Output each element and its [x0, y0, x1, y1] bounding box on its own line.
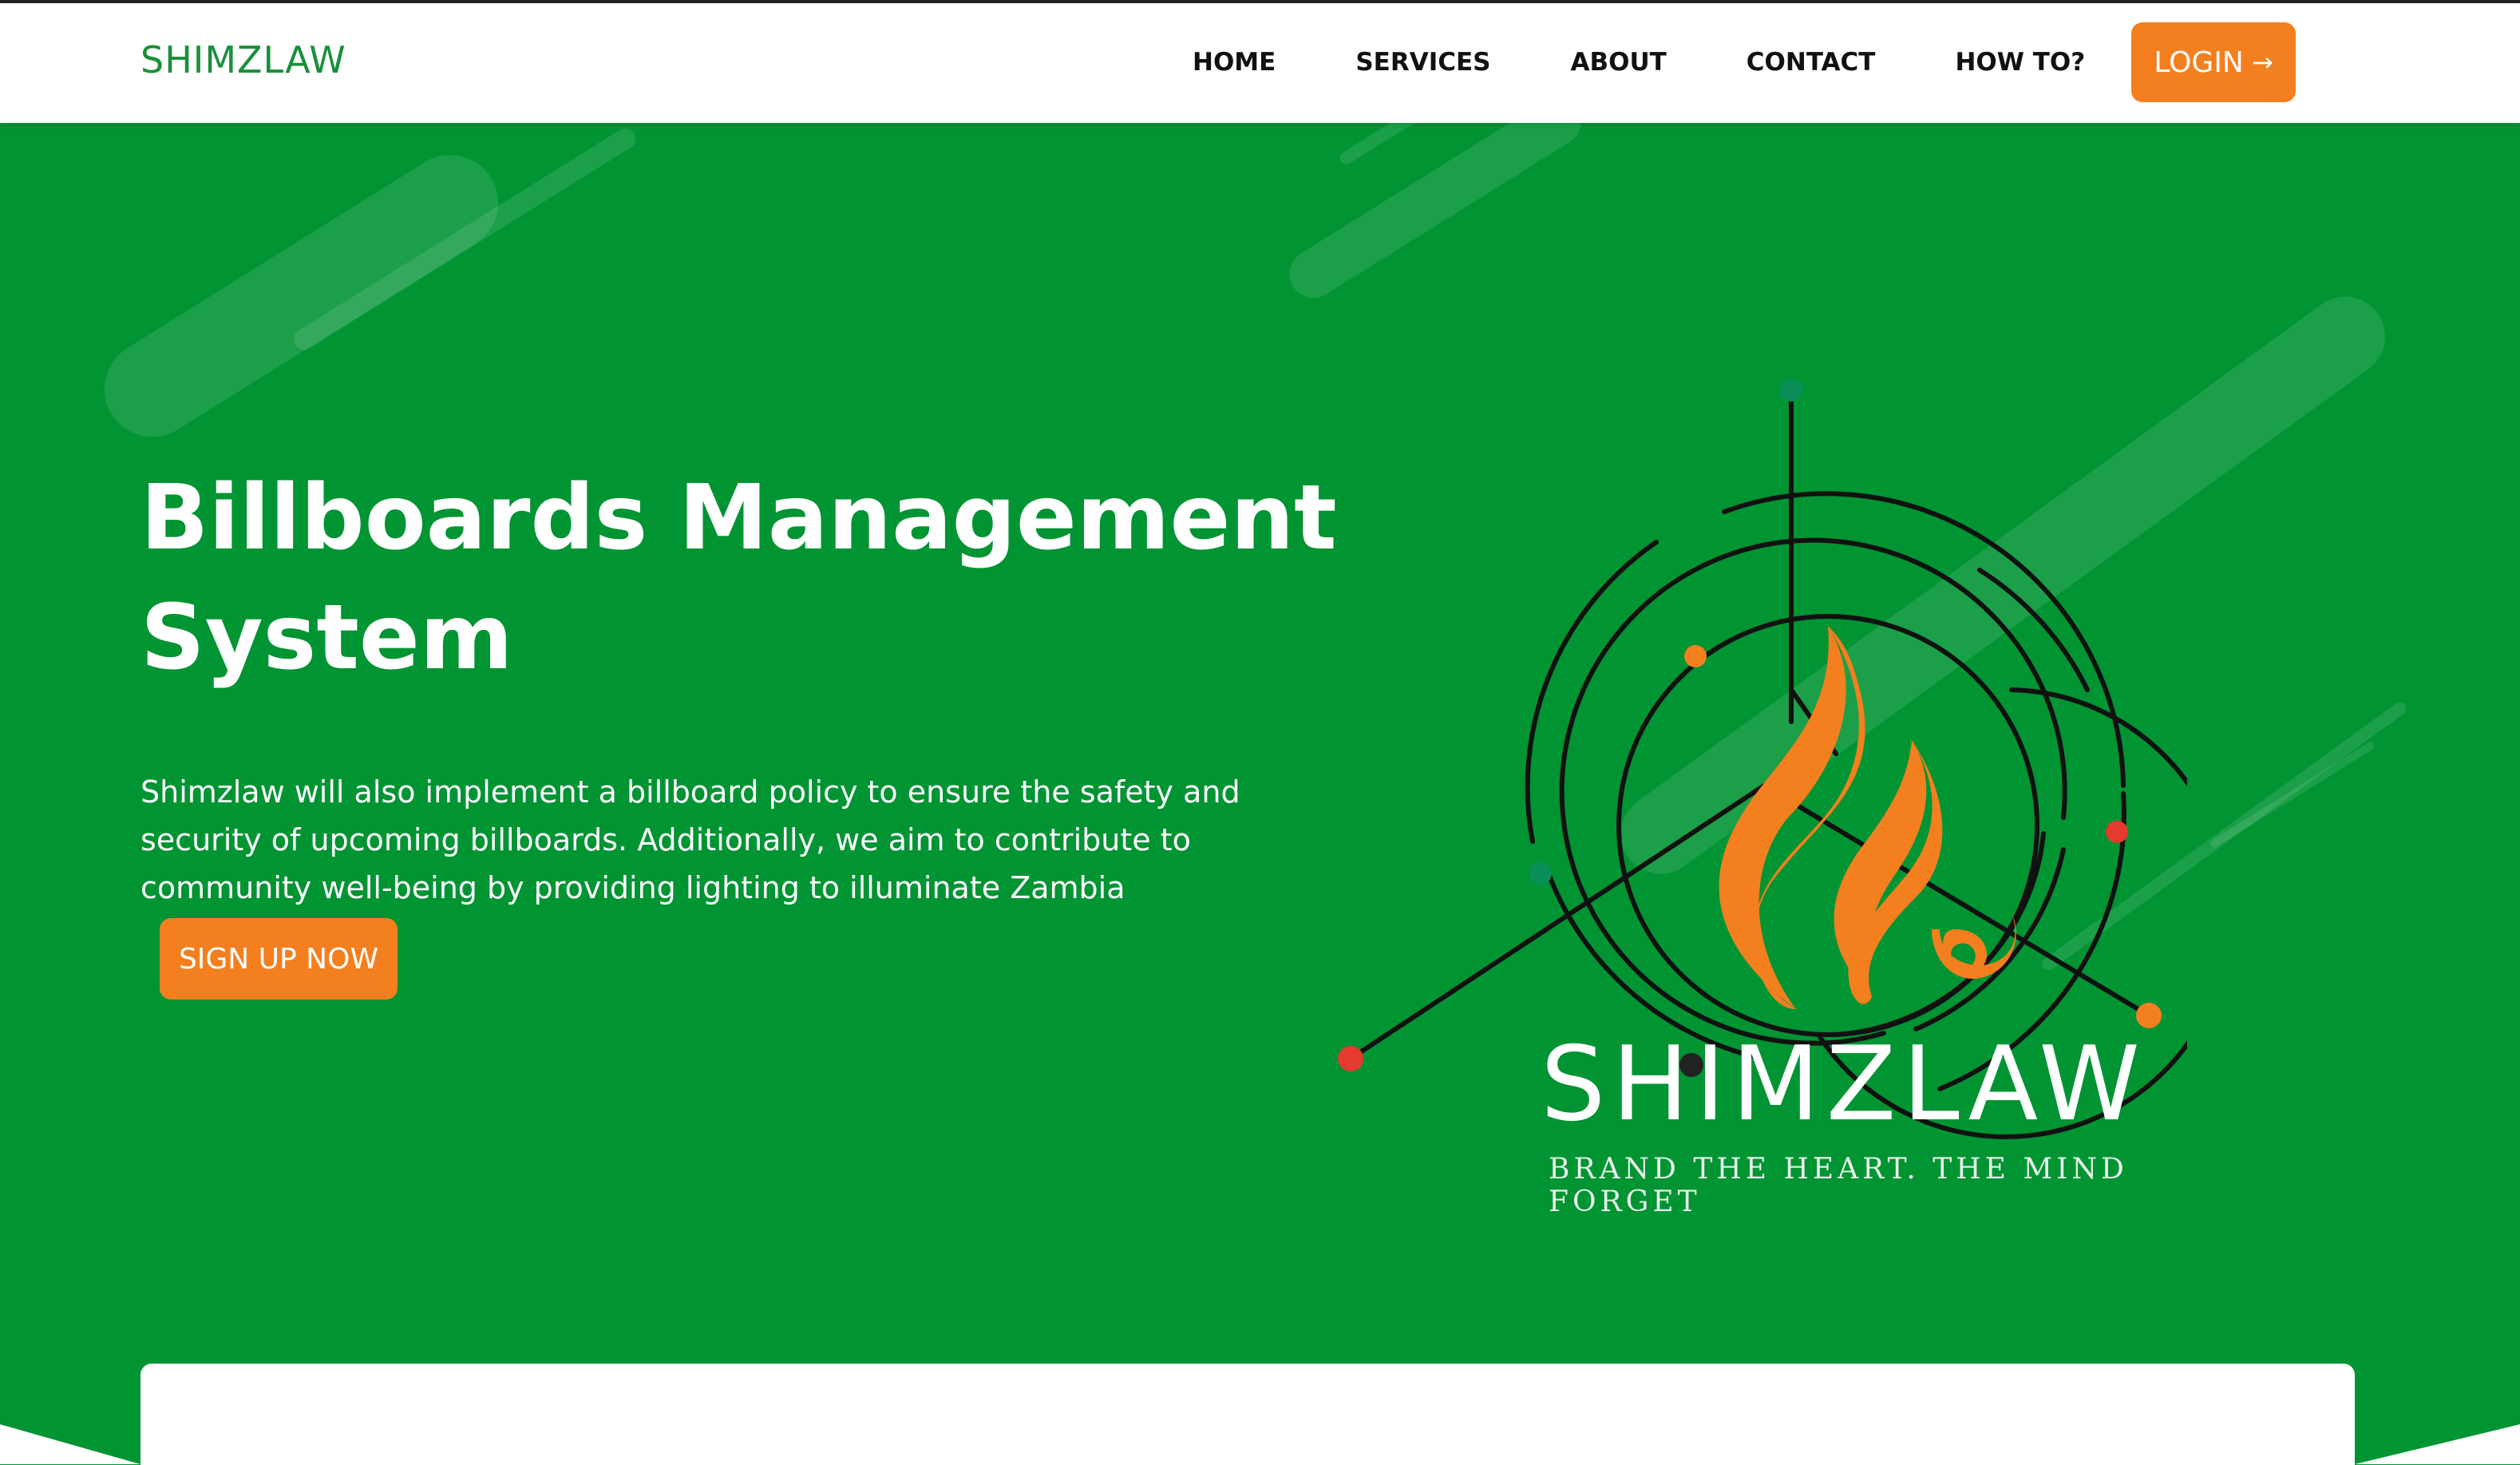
hero-section: Billboards Management System Shimzlaw wi…	[0, 123, 2520, 1465]
navbar: SHIMZLAW HOME SERVICES ABOUT CONTACT HOW…	[0, 3, 2520, 123]
nav-about[interactable]: ABOUT	[1570, 48, 1666, 77]
brand-logo-text[interactable]: SHIMZLAW	[140, 38, 346, 81]
login-label: LOGIN	[2154, 46, 2244, 79]
decor-stripe	[86, 137, 516, 455]
logo-name: SHIMZLAW	[1541, 1025, 2146, 1144]
signup-button[interactable]: SIGN UP NOW	[160, 918, 398, 1000]
nav-links: HOME SERVICES ABOUT CONTACT HOW TO?	[1193, 48, 2085, 77]
arrow-right-icon: →	[2251, 47, 2273, 77]
nav-how-to[interactable]: HOW TO?	[1955, 48, 2085, 77]
login-button[interactable]: LOGIN →	[2131, 22, 2296, 102]
bottom-wedge	[0, 1424, 140, 1464]
bottom-wedge	[2355, 1424, 2520, 1464]
nav-contact[interactable]: CONTACT	[1747, 48, 1876, 77]
content-card	[140, 1364, 2355, 1465]
nav-home[interactable]: HOME	[1193, 48, 1276, 77]
hero-description: Shimzlaw will also implement a billboard…	[140, 774, 1240, 905]
logo-tagline: Brand The Heart. The Mind Forget	[1549, 1153, 2128, 1218]
decor-stripe	[2209, 740, 2376, 849]
hero-title: Billboards Management System	[140, 466, 1337, 690]
nav-services[interactable]: SERVICES	[1355, 48, 1490, 77]
